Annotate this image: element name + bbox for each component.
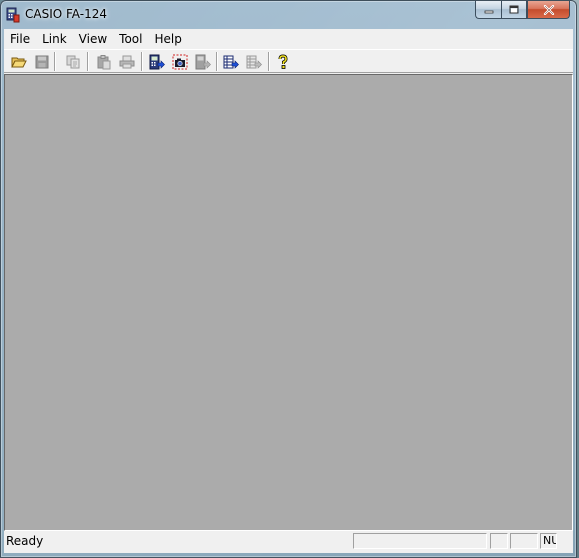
maximize-icon <box>509 5 519 13</box>
menu-bar: File Link View Tool Help <box>4 29 573 48</box>
caption-buttons <box>475 1 570 19</box>
help-icon <box>278 54 288 69</box>
menu-file[interactable]: File <box>4 29 36 48</box>
menu-help[interactable]: Help <box>148 29 187 48</box>
mdi-workspace[interactable] <box>4 74 573 531</box>
status-pane-num: NUM <box>540 533 557 549</box>
paste-icon <box>97 55 110 70</box>
title-bar[interactable]: CASIO FA-124 <box>1 1 576 29</box>
transfer-list-button[interactable] <box>219 51 242 73</box>
menu-tool[interactable]: Tool <box>113 29 148 48</box>
transfer-list-disabled-icon <box>246 55 262 69</box>
open-folder-icon <box>10 57 27 68</box>
print-icon <box>119 55 134 69</box>
minimize-button[interactable] <box>475 1 501 19</box>
capture-screen-button[interactable] <box>168 51 191 73</box>
menu-link[interactable]: Link <box>36 29 73 48</box>
num-lock-indicator: NUM <box>543 534 556 547</box>
capture-screen-icon <box>172 54 187 70</box>
status-pane-info <box>353 533 487 549</box>
menu-view[interactable]: View <box>73 29 113 48</box>
toolbar-separator <box>268 52 270 71</box>
receive-from-calculator-button[interactable] <box>191 51 214 73</box>
status-pane-caps <box>490 533 508 549</box>
copy-button[interactable] <box>61 51 84 73</box>
toolbar <box>4 49 573 73</box>
client-area: File Link View Tool Help Ready N <box>4 29 573 553</box>
send-to-calculator-button[interactable] <box>145 51 168 73</box>
toolbar-group-paste-print <box>92 51 138 73</box>
copy-icon <box>66 55 79 69</box>
transfer-list-icon <box>223 55 239 69</box>
toolbar-group-link <box>145 51 214 73</box>
window-title: CASIO FA-124 <box>25 7 107 21</box>
toolbar-separator <box>216 52 218 71</box>
help-button[interactable] <box>271 51 294 73</box>
maximize-button[interactable] <box>501 1 527 19</box>
status-pane-scroll <box>510 533 538 549</box>
toolbar-separator <box>87 52 89 71</box>
close-icon <box>543 4 554 15</box>
toolbar-separator <box>141 52 143 71</box>
toolbar-group-edit <box>61 51 84 73</box>
save-button[interactable] <box>30 51 53 73</box>
app-window: CASIO FA-124 File Link View Tool Help Re… <box>0 0 577 558</box>
status-text: Ready <box>6 534 44 548</box>
close-button[interactable] <box>527 1 570 19</box>
toolbar-group-transfer <box>219 51 265 73</box>
paste-button[interactable] <box>92 51 115 73</box>
receive-from-calculator-icon <box>195 54 211 70</box>
save-icon <box>35 55 48 69</box>
toolbar-group-help <box>271 51 294 73</box>
casio-app-icon <box>6 7 20 23</box>
send-to-calculator-icon <box>149 54 165 70</box>
minimize-icon <box>484 10 493 13</box>
transfer-list-disabled-button[interactable] <box>242 51 265 73</box>
open-button[interactable] <box>7 51 30 73</box>
toolbar-separator <box>54 52 56 71</box>
toolbar-group-file <box>7 51 53 73</box>
print-button[interactable] <box>115 51 138 73</box>
status-bar: Ready NUM <box>4 531 573 550</box>
